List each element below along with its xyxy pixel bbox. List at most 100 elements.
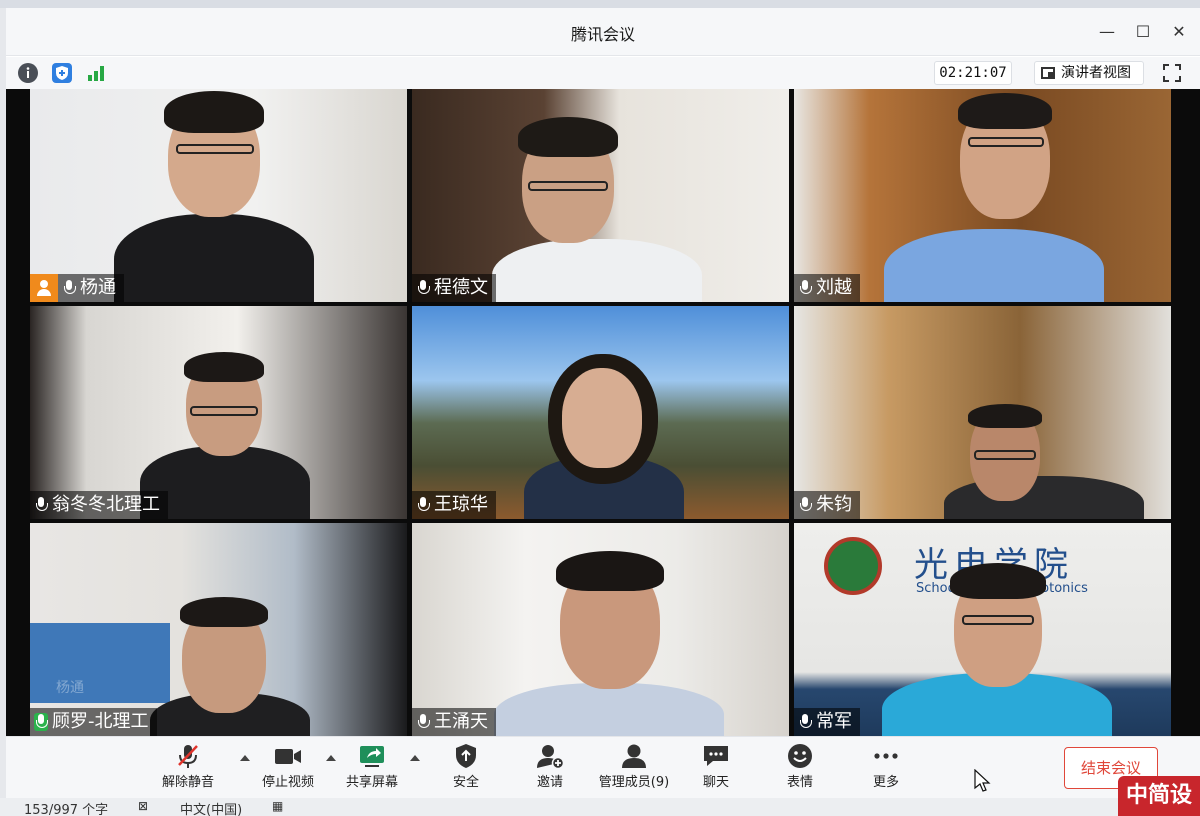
participant-name: 程德文	[434, 277, 488, 298]
share-screen-button[interactable]: 共享屏幕	[332, 743, 412, 797]
participant-figure	[180, 597, 268, 627]
stop-video-label: 停止视频	[261, 775, 314, 790]
participant-name: 刘越	[816, 277, 852, 298]
more-icon	[871, 743, 901, 769]
members-icon	[619, 743, 649, 769]
smiley-icon	[785, 743, 815, 769]
ime-badge[interactable]: 中简设	[1118, 776, 1200, 816]
video-tile[interactable]: 朱钧	[794, 306, 1171, 519]
share-options-caret[interactable]	[410, 755, 420, 761]
stop-video-button[interactable]: 停止视频	[248, 743, 328, 797]
participant-nametag: 常军	[794, 708, 860, 736]
participant-figure	[556, 551, 664, 591]
participant-name: 翁冬冬北理工	[52, 494, 160, 515]
more-button[interactable]: 更多	[846, 743, 926, 797]
participant-figure	[494, 683, 724, 736]
participant-name: 常军	[816, 711, 852, 732]
security-label: 安全	[452, 775, 479, 790]
video-tile[interactable]: 王涌天	[412, 523, 789, 736]
info-icon[interactable]	[18, 63, 38, 83]
video-tile[interactable]: 王琼华	[412, 306, 789, 519]
mic-icon	[798, 279, 812, 297]
control-bar: 解除静音 停止视频 共享屏幕 安全 邀请 管理成员(9) 聊天 表情 更多 结束…	[6, 736, 1200, 798]
participant-name: 王涌天	[434, 711, 488, 732]
video-tile[interactable]: 光电学院 School of ... and Photonics 常军	[794, 523, 1171, 736]
chat-button[interactable]: 聊天	[676, 743, 756, 797]
participant-nametag: 翁冬冬北理工	[30, 491, 168, 519]
glasses	[528, 181, 608, 191]
macro-icon[interactable]: ▦	[272, 799, 283, 813]
manage-members-button[interactable]: 管理成员(9)	[594, 743, 674, 797]
reactions-button[interactable]: 表情	[760, 743, 840, 797]
close-button[interactable]: ✕	[1164, 18, 1194, 46]
participant-nametag: 刘越	[794, 274, 860, 302]
participant-figure	[492, 239, 702, 302]
participant-figure	[968, 404, 1042, 428]
language-indicator[interactable]: 中文(中国)	[180, 799, 242, 816]
reactions-label: 表情	[786, 775, 813, 790]
participant-figure	[114, 214, 314, 302]
maximize-button[interactable]: ☐	[1128, 18, 1158, 46]
share-screen-icon	[357, 743, 387, 769]
glasses	[176, 144, 254, 154]
participant-nametag: 顾罗-北理工	[30, 708, 157, 736]
layout-icon	[1041, 67, 1055, 79]
chat-icon	[701, 743, 731, 769]
video-tile[interactable]: 刘越	[794, 89, 1171, 302]
school-emblem	[824, 537, 882, 595]
video-grid: 杨通 程德文 刘越 翁冬冬北理工 王琼华 朱钧 杨通 顾罗-北理工 王涌天 Sc…	[6, 89, 1200, 736]
invite-label: 邀请	[536, 775, 563, 790]
glasses	[962, 615, 1034, 625]
editor-status-bar: 153/997 个字 ⊠ 中文(中国) ▦	[0, 798, 1200, 816]
participant-figure	[958, 93, 1052, 129]
video-tile[interactable]: 程德文	[412, 89, 789, 302]
curtain	[30, 623, 170, 703]
participant-figure	[944, 476, 1144, 519]
participant-figure	[562, 368, 642, 468]
camera-icon	[273, 743, 303, 769]
participant-nametag: 朱钧	[794, 491, 860, 519]
word-count[interactable]: 153/997 个字	[24, 799, 108, 816]
ghost-name-overlay: 杨通	[56, 680, 84, 696]
participant-name: 王琼华	[434, 494, 488, 515]
chat-label: 聊天	[702, 775, 729, 790]
participant-nametag: 杨通	[30, 274, 124, 302]
speaker-view-button[interactable]: 演讲者视图	[1034, 61, 1144, 85]
signal-icon[interactable]	[86, 63, 106, 83]
share-screen-label: 共享屏幕	[345, 775, 398, 790]
add-user-icon	[535, 743, 565, 770]
shield-icon	[451, 743, 481, 769]
background-window-strip	[0, 0, 1200, 8]
minimize-button[interactable]: —	[1092, 18, 1122, 46]
mic-muted-icon	[34, 496, 48, 514]
more-label: 更多	[872, 775, 899, 790]
mic-muted-icon	[798, 713, 812, 731]
meeting-toolbar: 02:21:07 演讲者视图	[6, 57, 1200, 89]
participant-figure	[518, 117, 618, 157]
meeting-timer: 02:21:07	[934, 61, 1012, 85]
participant-name: 杨通	[80, 277, 116, 298]
mic-active-icon	[34, 713, 48, 731]
mic-icon	[416, 713, 430, 731]
unmute-label: 解除静音	[161, 775, 214, 790]
fullscreen-icon[interactable]	[1162, 63, 1182, 83]
participant-figure	[884, 229, 1104, 302]
invite-button[interactable]: 邀请	[510, 743, 590, 797]
proofing-icon[interactable]: ⊠	[138, 799, 148, 813]
participant-nametag: 王琼华	[412, 491, 496, 519]
unmute-button[interactable]: 解除静音	[148, 743, 228, 797]
video-tile[interactable]: 翁冬冬北理工	[30, 306, 407, 519]
speaker-view-label: 演讲者视图	[1061, 65, 1131, 81]
participant-nametag: 王涌天	[412, 708, 496, 736]
mic-muted-icon	[62, 279, 76, 297]
security-button[interactable]: 安全	[426, 743, 506, 797]
mic-muted-icon	[173, 743, 203, 769]
video-tile[interactable]: 杨通	[30, 89, 407, 302]
shield-icon[interactable]	[52, 63, 72, 83]
window-title: 腾讯会议	[570, 25, 635, 44]
mic-icon	[798, 496, 812, 514]
title-bar: 腾讯会议 — ☐ ✕	[6, 8, 1200, 56]
video-tile[interactable]: 杨通 顾罗-北理工	[30, 523, 407, 736]
glasses	[190, 406, 258, 416]
host-icon	[30, 274, 58, 302]
